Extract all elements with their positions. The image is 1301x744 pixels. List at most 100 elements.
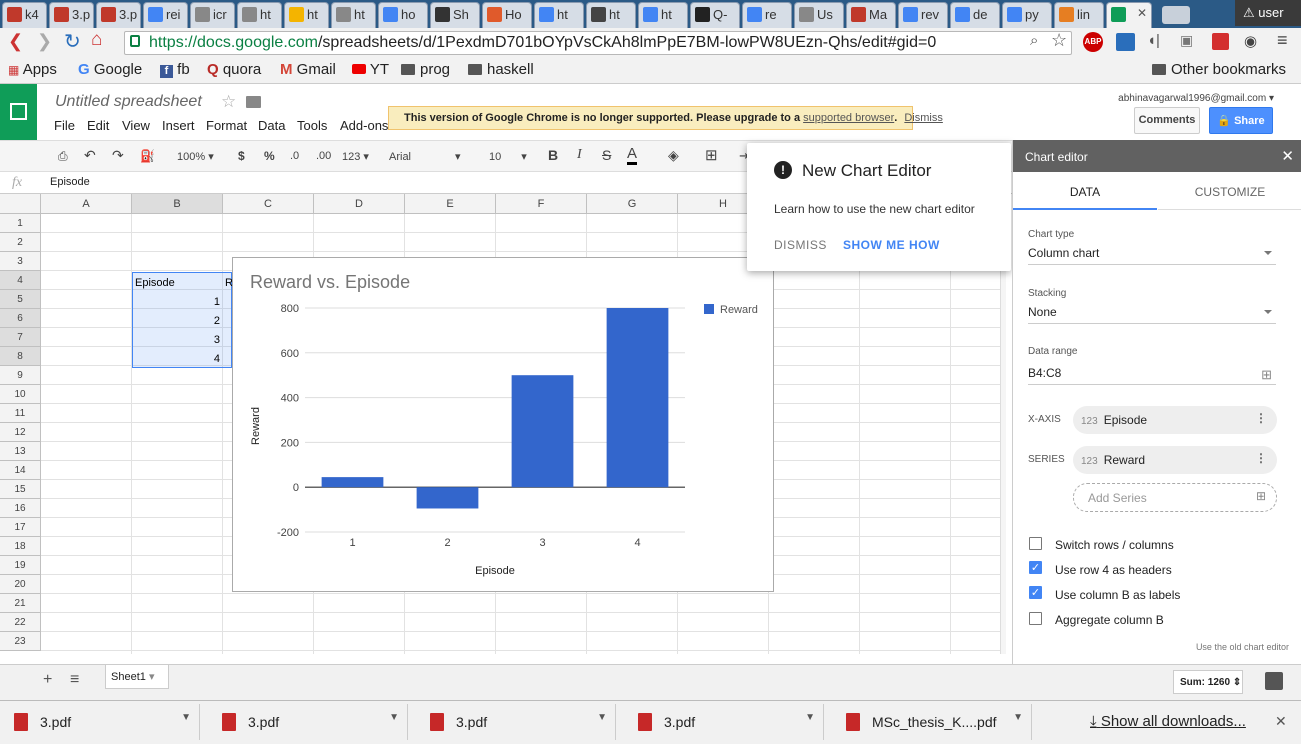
menu-view[interactable]: View	[122, 118, 150, 133]
chevron-down-icon[interactable]: ▼	[597, 712, 607, 723]
pocket-icon[interactable]: ▣	[1180, 32, 1193, 49]
cast-icon[interactable]: ◖|	[1147, 32, 1160, 49]
browser-tab[interactable]: rei	[143, 2, 188, 28]
share-button[interactable]: 🔒 Share	[1209, 107, 1273, 134]
menu-insert[interactable]: Insert	[162, 118, 195, 133]
supported-browser-link[interactable]: supported browser	[803, 112, 894, 124]
old-chart-editor-link[interactable]: Use the old chart editor	[1196, 642, 1289, 652]
row-header[interactable]: 13	[0, 442, 41, 461]
row-header[interactable]: 7	[0, 328, 41, 347]
chart-type-select[interactable]: Column chart	[1028, 243, 1276, 265]
all-sheets-icon[interactable]: ≡	[70, 671, 79, 689]
bookmark-fb[interactable]: f fb	[160, 61, 190, 78]
zoom-select[interactable]: 100% ▾	[177, 150, 214, 163]
add-series-input[interactable]: Add Series ⊞	[1073, 483, 1277, 512]
row-header[interactable]: 11	[0, 404, 41, 423]
bookmark-quora[interactable]: Q quora	[207, 61, 261, 78]
vertical-scrollbar[interactable]	[1000, 214, 1006, 654]
col-header-c[interactable]: C	[223, 194, 314, 214]
aggregate-checkbox[interactable]	[1029, 612, 1042, 625]
sheet-tab-sheet1[interactable]: Sheet1 ▾	[105, 665, 169, 689]
profile-button[interactable]: ⚠ user	[1235, 0, 1301, 26]
strikethrough-icon[interactable]: S	[602, 147, 611, 163]
browser-tab[interactable]: Us	[794, 2, 844, 28]
row-header[interactable]: 18	[0, 537, 41, 556]
menu-edit[interactable]: Edit	[87, 118, 109, 133]
col-header-d[interactable]: D	[314, 194, 405, 214]
download-item[interactable]: 3.pdf ▼	[208, 704, 408, 740]
row-header[interactable]: 9	[0, 366, 41, 385]
download-item[interactable]: MSc_thesis_K....pdf ▼	[832, 704, 1032, 740]
select-all-corner[interactable]	[0, 194, 41, 214]
fill-color-icon[interactable]: ◈	[668, 147, 679, 164]
row-header[interactable]: 10	[0, 385, 41, 404]
row-header[interactable]: 21	[0, 594, 41, 613]
chart-bar[interactable]	[606, 308, 669, 488]
cell-b5[interactable]: 1	[135, 292, 220, 311]
browser-tab[interactable]: 3.p	[49, 2, 94, 28]
browser-tab[interactable]: 3.p	[96, 2, 141, 28]
browser-tab[interactable]: rev	[898, 2, 948, 28]
other-bookmarks[interactable]: Other bookmarks	[1152, 61, 1286, 78]
browser-tab[interactable]: de	[950, 2, 1000, 28]
paint-format-icon[interactable]: ⛽	[140, 149, 155, 163]
decrease-decimal-button[interactable]: .0	[290, 150, 299, 162]
menu-format[interactable]: Format	[206, 118, 247, 133]
print-icon[interactable]: ⎙	[58, 149, 68, 164]
bookmark-prog[interactable]: prog	[401, 61, 450, 78]
browser-tab[interactable]: Q-	[690, 2, 740, 28]
close-icon[interactable]: ✕	[1281, 147, 1294, 165]
row-header[interactable]: 4	[0, 271, 41, 290]
add-sheet-icon[interactable]: +	[43, 671, 52, 689]
cell-b8[interactable]: 4	[135, 349, 220, 368]
row-header[interactable]: 19	[0, 556, 41, 575]
use-column-labels-checkbox[interactable]: ✓	[1029, 586, 1042, 599]
chart-bar[interactable]	[511, 375, 574, 488]
font-select[interactable]: Arial ▾	[389, 150, 461, 163]
document-title[interactable]: Untitled spreadsheet	[55, 93, 202, 111]
adblock-icon[interactable]: ABP	[1083, 32, 1103, 52]
menu-file[interactable]: File	[54, 118, 75, 133]
download-item[interactable]: 3.pdf ▼	[0, 704, 200, 740]
embedded-chart[interactable]: Reward vs. Episode Reward Episode 800 600…	[232, 257, 774, 592]
switch-rows-checkbox[interactable]	[1029, 537, 1042, 550]
dismiss-notice-link[interactable]: Dismiss	[904, 112, 943, 124]
formula-input[interactable]: Episode	[50, 176, 90, 188]
forward-icon[interactable]: ❯	[37, 31, 52, 52]
row-header[interactable]: 20	[0, 575, 41, 594]
star-icon[interactable]: ☆	[1051, 30, 1067, 51]
browser-tab[interactable]: ht	[534, 2, 584, 28]
sum-indicator[interactable]: Sum: 1260 ⇕	[1173, 670, 1243, 694]
row-header[interactable]: 1	[0, 214, 41, 233]
bookmark-google[interactable]: G Google	[78, 61, 142, 78]
bookmark-yt[interactable]: YT	[352, 61, 389, 78]
browser-tab[interactable]: ht	[586, 2, 636, 28]
download-item[interactable]: 3.pdf ▼	[416, 704, 616, 740]
chart-bar[interactable]	[321, 477, 384, 488]
browser-tab[interactable]: lin	[1054, 2, 1104, 28]
browser-tab[interactable]: ho	[378, 2, 428, 28]
chevron-down-icon[interactable]: ▼	[805, 712, 815, 723]
reload-icon[interactable]: ↻	[64, 29, 81, 54]
extension-icon[interactable]	[1116, 33, 1135, 51]
grid-select-icon[interactable]: ⊞	[1261, 367, 1272, 383]
menu-tools[interactable]: Tools	[297, 118, 327, 133]
row-header[interactable]: 15	[0, 480, 41, 499]
stacking-select[interactable]: None	[1028, 302, 1276, 324]
menu-icon[interactable]: ≡	[1277, 30, 1288, 51]
menu-addons[interactable]: Add-ons	[340, 118, 388, 133]
cell-b7[interactable]: 3	[135, 330, 220, 349]
bold-icon[interactable]: B	[548, 147, 558, 163]
cell-b4[interactable]: Episode	[135, 273, 221, 292]
text-color-icon[interactable]: A	[627, 145, 638, 165]
x-axis-chip[interactable]: 123 Episode ⋮	[1073, 406, 1277, 434]
tab-customize[interactable]: CUSTOMIZE	[1158, 172, 1301, 210]
cell-b6[interactable]: 2	[135, 311, 220, 330]
back-icon[interactable]: ❮	[8, 31, 23, 52]
show-me-how-button[interactable]: SHOW ME HOW	[843, 238, 940, 252]
redo-icon[interactable]: ↷	[112, 147, 124, 164]
close-tab-icon[interactable]: ✕	[1137, 6, 1147, 20]
chevron-down-icon[interactable]: ▼	[181, 712, 191, 723]
home-icon[interactable]: ⌂	[91, 29, 102, 51]
row-header[interactable]: 2	[0, 233, 41, 252]
